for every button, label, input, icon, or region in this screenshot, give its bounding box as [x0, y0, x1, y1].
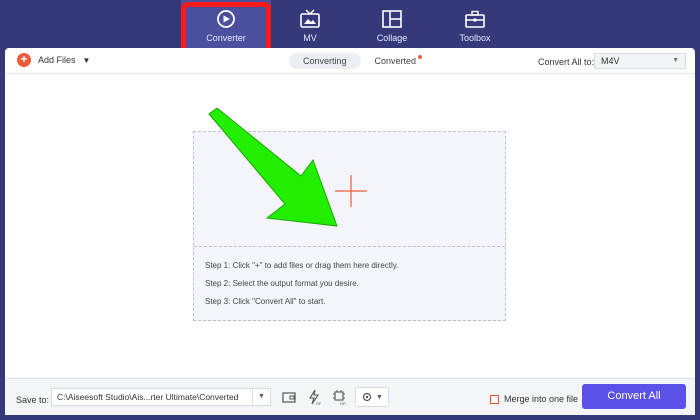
- gpu-acceleration-button[interactable]: OFF: [330, 387, 348, 407]
- add-file-plus-icon[interactable]: [335, 175, 367, 207]
- tab-converting-label: Converting: [303, 56, 347, 66]
- tab-toolbox-label: Toolbox: [459, 33, 491, 43]
- merge-label: Merge into one file: [504, 394, 579, 404]
- lightning-off-icon: OFF: [309, 389, 321, 405]
- tab-collage[interactable]: Collage: [347, 0, 437, 48]
- save-path-field[interactable]: C:\Aiseesoft Studio\Ais...rter Ultimate\…: [51, 388, 271, 406]
- chip-off-icon: OFF: [333, 390, 346, 405]
- tab-mv-label: MV: [303, 33, 317, 43]
- folder-icon: [282, 392, 296, 403]
- add-files-label: Add Files: [38, 55, 76, 65]
- svg-text:OFF: OFF: [340, 401, 346, 405]
- drop-zone[interactable]: Step 1: Click "+" to add files or drag t…: [193, 131, 506, 321]
- save-to-label: Save to:: [16, 395, 50, 405]
- tab-toolbox[interactable]: Toolbox: [430, 0, 520, 48]
- toolbox-icon: [465, 10, 485, 28]
- tab-converted[interactable]: Converted: [361, 53, 437, 69]
- open-folder-button[interactable]: [280, 387, 298, 407]
- merge-checkbox[interactable]: Merge into one file: [490, 394, 578, 404]
- main-panel: + Add Files ▼ Converting Converted Conve…: [5, 48, 695, 415]
- hardware-acceleration-button[interactable]: OFF: [305, 387, 323, 407]
- tab-converted-label: Converted: [374, 56, 417, 66]
- save-path-value: C:\Aiseesoft Studio\Ais...rter Ultimate\…: [57, 392, 239, 402]
- tab-mv[interactable]: MV: [265, 0, 355, 48]
- step-1-text: Step 1: Click "+" to add files or drag t…: [205, 261, 399, 270]
- tab-converter[interactable]: Converter: [181, 0, 271, 48]
- tab-converter-label: Converter: [206, 33, 246, 43]
- step-2-text: Step 2: Select the output format you des…: [205, 279, 359, 288]
- bottom-bar: Save to: C:\Aiseesoft Studio\Ais...rter …: [5, 378, 695, 415]
- notification-dot: [418, 55, 423, 59]
- add-files-button[interactable]: + Add Files ▼: [17, 53, 90, 67]
- tv-icon: [300, 9, 320, 28]
- checkbox[interactable]: [490, 394, 499, 404]
- add-icon: +: [17, 53, 31, 67]
- toolbar: + Add Files ▼ Converting Converted Conve…: [5, 48, 695, 74]
- collage-icon: [382, 10, 402, 28]
- step-3-text: Step 3: Click "Convert All" to start.: [205, 297, 326, 306]
- view-tabs: Converting Converted: [289, 53, 436, 69]
- output-format-value: M4V: [601, 56, 620, 66]
- divider: [194, 246, 505, 247]
- top-navigation: Converter MV Collage Toolbox: [0, 0, 700, 48]
- chevron-down-icon[interactable]: ▼: [252, 389, 270, 405]
- settings-button[interactable]: ▼: [355, 387, 389, 407]
- chevron-down-icon[interactable]: ▼: [83, 56, 91, 65]
- convert-all-button[interactable]: Convert All: [582, 384, 686, 409]
- convert-all-to-label: Convert All to:: [538, 57, 595, 67]
- dropdown-arrow-icon: ▼: [672, 57, 679, 64]
- chevron-down-icon: ▼: [376, 393, 383, 401]
- output-format-select[interactable]: M4V ▼: [594, 53, 686, 69]
- converter-icon: [217, 10, 235, 28]
- svg-text:OFF: OFF: [316, 401, 321, 405]
- tab-collage-label: Collage: [376, 33, 408, 43]
- tab-converting[interactable]: Converting: [289, 53, 361, 69]
- gear-icon: [362, 392, 372, 402]
